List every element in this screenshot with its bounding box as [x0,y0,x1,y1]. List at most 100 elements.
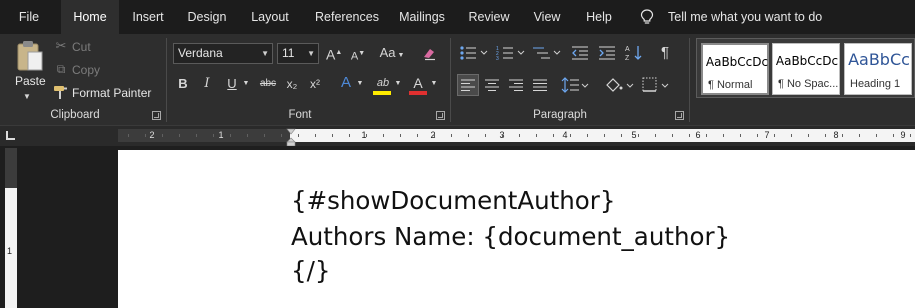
italic-button[interactable]: I [199,75,215,93]
grow-font-icon[interactable]: A▲ [326,44,342,64]
font-name-combo[interactable]: Verdana ▼ [173,43,273,64]
tab-file[interactable]: File [9,0,49,34]
shading-icon[interactable] [604,76,634,94]
ruler-tick [689,134,690,137]
multilevel-list-icon[interactable] [532,45,562,61]
ruler-tick [213,134,214,137]
horizontal-ruler[interactable]: 2 1 1 2 3 4 5 6 7 8 9 [118,129,915,142]
paragraph-launcher-icon[interactable] [675,111,684,120]
style-heading-1[interactable]: AaBbCc Heading 1 [844,43,912,95]
clipboard-launcher-icon[interactable] [152,111,161,120]
change-case-icon[interactable]: Aa ▼ [378,44,406,65]
document-line[interactable]: {/} [291,256,330,285]
left-gutter [0,146,118,308]
style-sample: AaBbCcDc [705,55,769,69]
ruler-number: 6 [695,130,701,140]
tab-insert[interactable]: Insert [125,0,171,34]
line-spacing-icon[interactable] [561,76,589,94]
highlight-color-swatch [373,91,391,95]
align-left-icon [461,79,475,91]
chevron-down-icon[interactable]: ▼ [241,75,251,93]
clipboard-group-label: Clipboard [50,109,100,121]
ruler-number: 9 [900,130,906,140]
pilcrow-icon[interactable]: ¶ [657,44,673,62]
font-color-icon: A [413,75,423,91]
paragraph-group-label: Paragraph [533,109,587,121]
tab-view[interactable]: View [526,0,568,34]
ruler-number: 2 [430,130,436,140]
ruler-tick [162,134,163,137]
sort-icon[interactable]: AZ [625,44,645,62]
numbering-icon[interactable]: 123 [496,45,526,61]
svg-text:A: A [625,46,630,53]
bullets-icon[interactable] [459,45,489,61]
group-separator [450,38,451,122]
borders-icon[interactable] [641,76,671,94]
ruler-tick [451,134,452,137]
chevron-down-icon[interactable]: ▼ [393,75,403,93]
tab-home[interactable]: Home [61,0,119,34]
text-highlight-button[interactable]: ab [372,74,392,96]
align-left-button[interactable] [457,74,479,96]
ruler-tick [910,134,911,137]
paste-icon[interactable] [16,40,44,72]
ruler-tick [247,134,248,137]
subscript-button[interactable]: x₂ [284,75,300,93]
document-line[interactable]: Authors Name: {document_author} [291,222,730,251]
ruler-tick [230,134,231,137]
tab-references[interactable]: References [308,0,386,34]
ruler-tick [128,134,129,137]
ruler-tick [298,134,299,137]
document-page[interactable]: {#showDocumentAuthor} Authors Name: {doc… [118,150,915,308]
indent-marker-icon[interactable] [286,128,296,146]
tab-selector-icon[interactable] [6,131,15,140]
paste-dropdown-icon[interactable]: ▼ [23,88,31,106]
document-line[interactable]: {#showDocumentAuthor} [291,186,615,215]
ruler-tick [264,134,265,137]
underline-button[interactable]: U [224,75,240,93]
tab-layout[interactable]: Layout [243,0,297,34]
style-sample: AaBbCcDc [775,54,839,68]
superscript-button[interactable]: x² [307,75,323,93]
increase-indent-icon[interactable] [598,45,616,61]
shrink-font-icon[interactable]: A▼ [350,45,366,66]
style-normal[interactable]: AaBbCcDc ¶ Normal [701,43,769,95]
style-name: ¶ Normal [708,79,753,91]
format-painter-icon [54,86,67,99]
style-no-spacing[interactable]: AaBbCcDc ¶ No Spac... [772,43,840,95]
chevron-down-icon: ▼ [307,49,315,58]
ruler-number: 2 [149,130,155,140]
decrease-indent-icon[interactable] [571,45,589,61]
ruler-tick [825,134,826,137]
tell-me-search[interactable]: Tell me what you want to do [668,0,822,34]
cut-button[interactable]: Cut [72,40,91,54]
font-size-combo[interactable]: 11 ▼ [277,43,319,64]
ruler-tick [706,134,707,137]
clear-formatting-icon[interactable] [422,45,438,61]
align-right-icon[interactable] [509,78,523,92]
ruler-number: 1 [218,130,224,140]
copy-button[interactable]: Copy [72,63,100,77]
chevron-down-icon[interactable]: ▼ [429,75,439,93]
ruler-tick [519,134,520,137]
strikethrough-button[interactable]: abc [256,75,280,93]
bold-button[interactable]: B [175,75,191,93]
style-name: ¶ No Spac... [778,78,839,90]
chevron-down-icon[interactable]: ▼ [355,75,365,93]
tab-review[interactable]: Review [463,0,515,34]
styles-gallery: AaBbCcDc ¶ Normal AaBbCcDc ¶ No Spac... … [696,38,915,98]
ruler-tick [842,134,843,137]
font-launcher-icon[interactable] [436,111,445,120]
vertical-ruler[interactable]: 1 [5,148,17,308]
paste-label[interactable]: Paste [15,74,46,88]
chevron-down-icon: ▼ [261,49,269,58]
tab-design[interactable]: Design [181,0,233,34]
text-effects-icon[interactable]: A [337,74,355,92]
tab-help[interactable]: Help [578,0,620,34]
ruler-tick [655,134,656,137]
justify-icon[interactable] [533,78,547,92]
align-center-icon[interactable] [485,78,499,92]
format-painter-button[interactable]: Format Painter [72,86,151,100]
tab-mailings[interactable]: Mailings [392,0,452,34]
font-color-button[interactable]: A [408,74,428,96]
